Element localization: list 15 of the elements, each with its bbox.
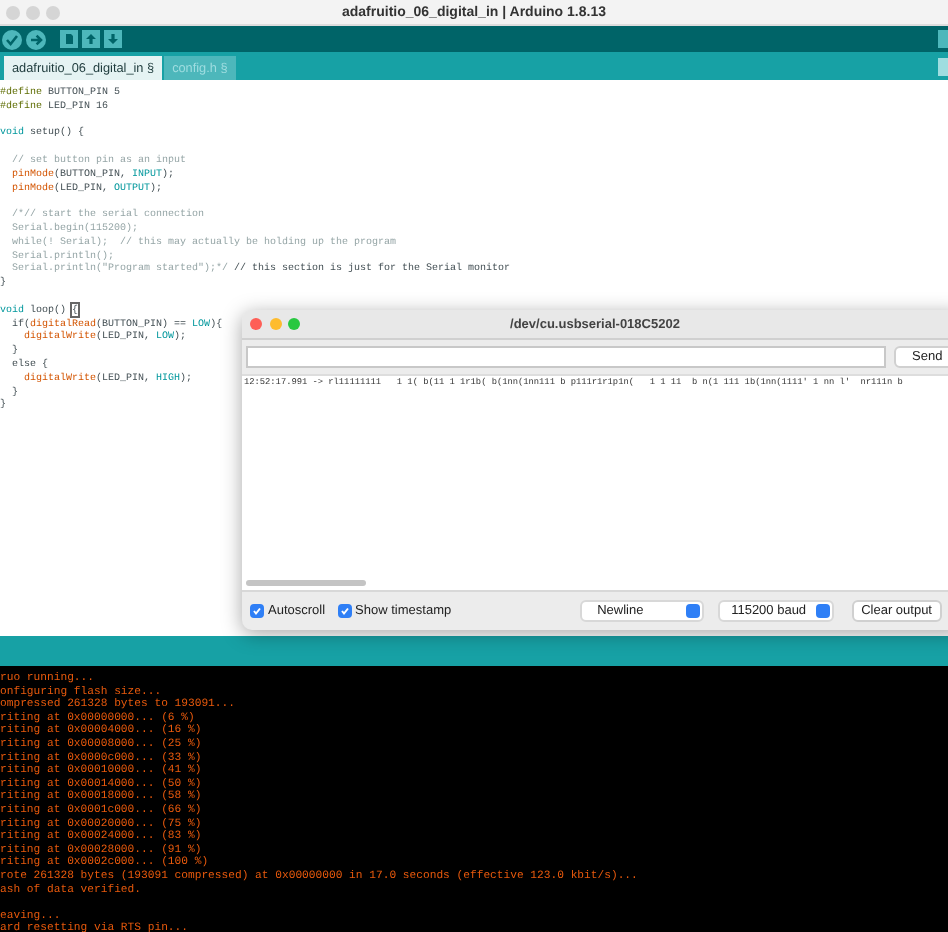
verify-icon[interactable] (2, 29, 22, 49)
minimize-button[interactable] (26, 5, 40, 19)
download-arrow-icon[interactable] (104, 30, 122, 48)
input-field[interactable] (246, 346, 886, 368)
upload-arrow-icon[interactable] (82, 30, 100, 48)
scrollbar-thumb[interactable] (246, 580, 366, 586)
checkbox[interactable] (250, 604, 264, 618)
checkbox[interactable] (337, 604, 352, 618)
close-button[interactable] (250, 318, 262, 330)
zoom-button[interactable] (288, 318, 300, 330)
zoom-button[interactable] (46, 5, 60, 19)
upload-icon[interactable] (26, 29, 46, 49)
new-file-icon[interactable] (60, 30, 78, 48)
close-button[interactable] (6, 5, 20, 19)
minimize-button[interactable] (269, 318, 281, 330)
